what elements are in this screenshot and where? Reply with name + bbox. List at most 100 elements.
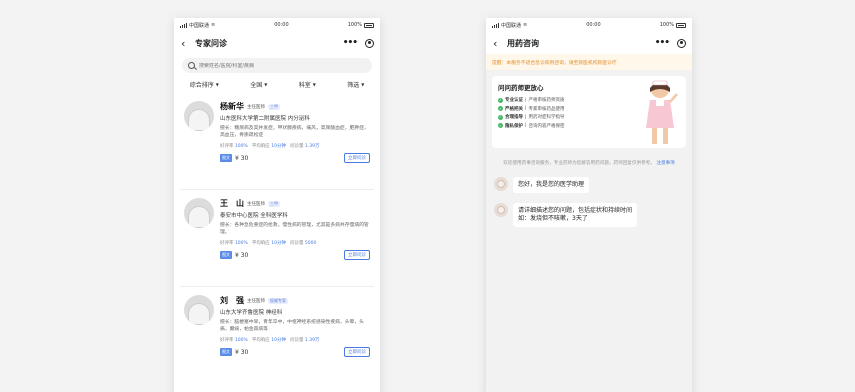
satisfaction-label: 好评率 [220,241,234,246]
response-label: 平均响应 [251,338,270,343]
response-value: 10分钟 [271,144,286,149]
doctor-name: 王 山 [220,199,244,208]
consult-type-badge: 图文 [220,251,232,259]
filter-sort[interactable]: 综合排序 ▼ [190,80,219,89]
doctor-card[interactable]: 王 山 主任医师 三甲 泰安市中心医院 全科医学科 擅长：各种急危重症的抢救，慢… [180,190,374,287]
caret-down-icon: ▼ [361,81,365,87]
doctor-stats: 好评率 100% 平均响应 10分钟 问诊量 1.39万 [220,337,370,343]
wifi-icon: ≋ [523,22,528,28]
response-value: 10分钟 [271,241,286,246]
doctor-hospital: 山东医科大学第二附属医院 内分泌科 [220,116,310,122]
wifi-icon: ≋ [211,22,216,28]
search-icon [188,62,195,69]
battery-percent: 100% [659,22,674,28]
notice-link[interactable]: 注意事项 [656,161,674,166]
notice-bar: 提醒：本服务不适合急诊病例咨询，请至就医机构就医诊疗 [486,54,692,70]
page-title: 专家问诊 [195,38,227,48]
filter-department-label: 科室 [298,81,311,89]
check-icon: ✓ [498,123,503,129]
battery-percent: 100% [347,22,362,28]
assistant-avatar [494,203,508,217]
filter-more-label: 筛选 [347,81,360,89]
filter-department[interactable]: 科室 ▼ [299,80,316,89]
medication-consult-screen: 中国联通 ≋ 00:00 100% ‹ 用药咨询 ••• 提醒：本服务不适合急诊… [486,18,692,392]
doctor-hospital: 山东大学齐鲁医院 神经科 [220,310,283,316]
check-icon: ✓ [498,106,503,112]
message-bubble: 您好，我是您的医学助理 [513,177,590,193]
filter-region[interactable]: 全国 ▼ [250,80,267,89]
consult-type-badge: 图文 [220,154,232,162]
message-row: 您好，我是您的医学助理 [494,177,684,193]
promo-item-text: 专家审核药品使用 [528,106,565,112]
filter-more[interactable]: 筛选 ▼ [347,80,364,89]
filter-sort-label: 综合排序 [189,81,214,89]
caret-down-icon: ▼ [312,81,316,87]
caret-down-icon: ▼ [264,81,268,87]
doctor-title: 主任医师 [247,104,265,110]
satisfaction-label: 好评率 [220,144,234,149]
chat-hint: 欢迎使用药事咨询服务，专业药师为您解答用药问题，药师回复仅供参考。 注意事项 [500,160,678,167]
response-label: 平均响应 [251,144,270,149]
doctor-stats: 好评率 100% 平均响应 10分钟 问诊量 5000 [220,240,370,246]
back-icon[interactable]: ‹ [493,37,503,50]
consult-type-badge: 图文 [220,348,232,356]
close-miniapp-icon[interactable] [677,38,686,48]
close-miniapp-icon[interactable] [365,38,374,48]
doctor-name: 刘 强 [220,296,244,305]
satisfaction-label: 好评率 [220,338,234,343]
search-bar[interactable] [182,58,372,73]
message-line: 请详细描述您的问题，包括症状和持续时间 [518,207,633,214]
consult-now-button[interactable]: 立即问诊 [344,153,370,163]
consults-value: 5000 [304,241,317,246]
pharmacist-promo-card: 问问药师更放心 ✓ 专业认证 | 严格审核药师资质 ✓ 严格把关 | 专家审核药… [492,76,686,148]
doctor-card[interactable]: 刘 强 主任医师 权威专家 山东大学齐鲁医院 神经科 擅长：脑梗塞中早，青年卒中… [180,287,374,384]
doctor-stats: 好评率 100% 平均响应 10分钟 问诊量 1.39万 [220,143,370,149]
back-icon[interactable]: ‹ [181,37,191,50]
search-input[interactable] [199,62,339,69]
doctor-specialty: 擅长：糖尿病及其并发症，甲状腺疾病，痛风，高尿酸血症，肥胖症，高血压，骨质疏松症 [220,126,369,138]
consult-price: ¥ 30 [235,154,249,162]
promo-item-title: 严格把关 [505,106,523,112]
consult-price: ¥ 30 [235,251,249,259]
satisfaction-value: 100% [234,338,248,343]
carrier-label: 中国联通 [501,22,522,29]
promo-item-title: 专业认证 [505,98,523,104]
assistant-avatar [494,177,508,191]
nav-bar: ‹ 专家问诊 ••• [174,32,380,54]
promo-item-title: 隐私保护 [505,123,523,129]
hospital-level-badge: 权威专家 [268,297,288,304]
more-icon[interactable]: ••• [655,38,670,48]
status-bar: 中国联通 ≋ 00:00 100% [174,18,380,32]
more-icon[interactable]: ••• [343,38,358,48]
consult-now-button[interactable]: 立即问诊 [344,347,370,357]
promo-item-text: 用药对症科学指导 [528,115,565,121]
doctor-card[interactable]: 杨新华 主任医师 三甲 山东医科大学第二附属医院 内分泌科 擅长：糖尿病及其并发… [180,93,374,190]
consults-value: 1.39万 [304,338,320,343]
hospital-level-badge: 三甲 [268,200,280,207]
signal-icon [492,22,499,28]
status-bar: 中国联通 ≋ 00:00 100% [486,18,692,32]
check-icon: ✓ [498,114,503,120]
consults-label: 问诊量 [289,144,304,149]
caret-down-icon: ▼ [215,81,219,87]
chat-hint-text: 欢迎使用药事咨询服务，专业药师为您解答用药问题，药师回复仅供参考。 [503,161,655,166]
promo-item-text: 咨询内容严格保密 [528,123,565,129]
doctor-title: 主任医师 [247,298,265,304]
battery-icon [676,22,686,28]
message-bubble: 请详细描述您的问题，包括症状和持续时间 如：发烧但不咳嗽，3天了 [513,203,638,227]
consult-now-button[interactable]: 立即问诊 [344,250,370,260]
consult-price: ¥ 30 [235,348,249,356]
doctor-title: 主任医师 [247,201,265,207]
message-line: 如：发烧但不咳嗽，3天了 [518,215,588,222]
carrier-label: 中国联通 [189,22,210,29]
consults-label: 问诊量 [289,241,304,246]
signal-icon [180,22,187,28]
battery-icon [364,22,374,28]
filter-bar: 综合排序 ▼ 全国 ▼ 科室 ▼ 筛选 ▼ [174,75,380,93]
response-label: 平均响应 [251,241,270,246]
nurse-illustration [646,80,678,144]
satisfaction-value: 100% [234,241,248,246]
satisfaction-value: 100% [234,144,248,149]
doctor-specialty: 擅长：脑梗塞中早，青年卒中，中枢神经系统感染性疾病，头晕，头痛，癫痫，帕金森病等 [220,320,364,332]
expert-consult-screen: 中国联通 ≋ 00:00 100% ‹ 专家问诊 ••• 综合排序 ▼ 全国 ▼… [174,18,380,392]
